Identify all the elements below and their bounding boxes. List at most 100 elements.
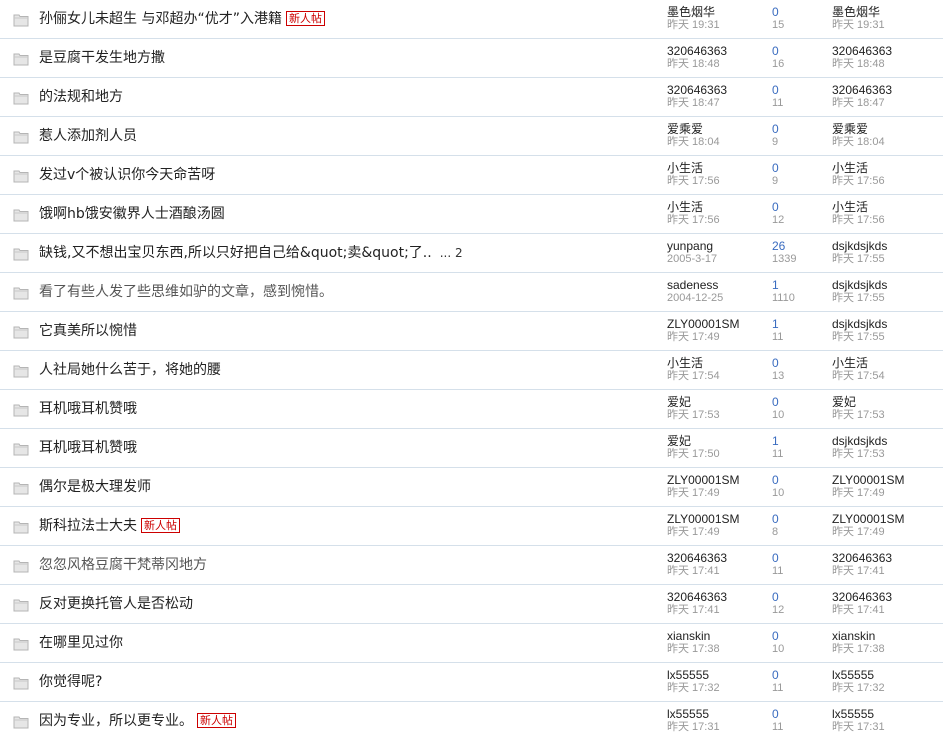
thread-title-link[interactable]: 在哪里见过你 (39, 635, 123, 651)
thread-title-link[interactable]: 发过v个被认识你今天命苦呀 (39, 167, 215, 183)
thread-title-link[interactable]: 的法规和地方 (39, 89, 123, 105)
author-cell: 爱乘爱 昨天 18:04 (667, 122, 777, 149)
stats-cell: 0 9 (772, 161, 812, 188)
folder-icon (13, 14, 29, 27)
author-cell: lx55555 昨天 17:31 (667, 707, 777, 734)
author-name[interactable]: lx55555 (667, 668, 777, 682)
last-poster-name[interactable]: xianskin (832, 629, 942, 643)
author-name[interactable]: lx55555 (667, 707, 777, 721)
author-cell: 320646363 昨天 18:48 (667, 44, 777, 71)
last-poster-name[interactable]: dsjkdsjkds (832, 317, 942, 331)
view-count: 9 (772, 136, 779, 148)
thread-title-cell: 人社局她什么苦于，将她的腰 (39, 362, 221, 378)
view-count: 12 (772, 214, 785, 226)
thread-title-link[interactable]: 饿啊hb饿安徽界人士酒酿汤圆 (39, 206, 225, 222)
thread-title-cell: 反对更换托管人是否松动 (39, 596, 193, 612)
last-poster-name[interactable]: 320646363 (832, 44, 942, 58)
last-poster-name[interactable]: 爱乘爱 (832, 122, 942, 136)
thread-title-link[interactable]: 耳机哦耳机赞哦 (39, 440, 137, 456)
author-cell: 320646363 昨天 17:41 (667, 551, 777, 578)
author-name[interactable]: xianskin (667, 629, 777, 643)
author-name[interactable]: sadeness (667, 278, 777, 292)
page-links[interactable]: ... 2 (440, 246, 463, 260)
author-name[interactable]: 320646363 (667, 551, 777, 565)
author-name[interactable]: 320646363 (667, 590, 777, 604)
author-name[interactable]: 爱妃 (667, 434, 777, 448)
post-time: 昨天 17:41 (667, 565, 720, 577)
thread-row: 是豆腐干发生地方撒 320646363 昨天 18:48 0 16 320646… (0, 39, 943, 78)
last-poster-name[interactable]: 320646363 (832, 83, 942, 97)
thread-title-link[interactable]: 缺钱,又不想出宝贝东西,所以只好把自己给&quot;卖&quot;了.. (39, 245, 432, 261)
thread-title-cell: 惹人添加剂人员 (39, 128, 137, 144)
thread-title-link[interactable]: 看了有些人发了些思维如驴的文章，感到惋惜。 (39, 284, 333, 300)
thread-title-cell: 耳机哦耳机赞哦 (39, 401, 137, 417)
author-name[interactable]: 爱乘爱 (667, 122, 777, 136)
author-name[interactable]: 小生活 (667, 200, 777, 214)
last-poster-name[interactable]: 墨色烟华 (832, 5, 942, 19)
last-post-time: 昨天 17:49 (832, 526, 885, 538)
last-post-cell: 爱妃 昨天 17:53 (832, 395, 942, 422)
author-name[interactable]: ZLY00001SM (667, 473, 777, 487)
last-post-cell: 320646363 昨天 17:41 (832, 551, 942, 578)
author-cell: 320646363 昨天 17:41 (667, 590, 777, 617)
author-name[interactable]: 320646363 (667, 44, 777, 58)
thread-list: 孙俪女儿未超生 与邓超办“优才”入港籍 新人帖 墨色烟华 昨天 19:31 0 1… (0, 0, 943, 741)
thread-title-link[interactable]: 孙俪女儿未超生 与邓超办“优才”入港籍 (39, 11, 282, 27)
last-poster-name[interactable]: 320646363 (832, 551, 942, 565)
author-name[interactable]: 爱妃 (667, 395, 777, 409)
last-post-cell: 小生活 昨天 17:56 (832, 200, 942, 227)
stats-cell: 1 11 (772, 434, 812, 461)
author-name[interactable]: 小生活 (667, 161, 777, 175)
last-poster-name[interactable]: 爱妃 (832, 395, 942, 409)
author-name[interactable]: 小生活 (667, 356, 777, 370)
thread-title-cell: 的法规和地方 (39, 89, 123, 105)
thread-row: 看了有些人发了些思维如驴的文章，感到惋惜。 sadeness 2004-12-2… (0, 273, 943, 312)
last-poster-name[interactable]: dsjkdsjkds (832, 434, 942, 448)
last-poster-name[interactable]: dsjkdsjkds (832, 278, 942, 292)
last-poster-name[interactable]: ZLY00001SM (832, 473, 942, 487)
last-poster-name[interactable]: 320646363 (832, 590, 942, 604)
last-poster-name[interactable]: 小生活 (832, 161, 942, 175)
last-poster-name[interactable]: ZLY00001SM (832, 512, 942, 526)
author-name[interactable]: 墨色烟华 (667, 5, 777, 19)
stats-cell: 0 8 (772, 512, 812, 539)
view-count: 13 (772, 370, 785, 382)
post-time: 昨天 19:31 (667, 19, 720, 31)
view-count: 10 (772, 643, 785, 655)
thread-title-link[interactable]: 惹人添加剂人员 (39, 128, 137, 144)
thread-title-link[interactable]: 忽忽风格豆腐干梵蒂冈地方 (39, 557, 207, 573)
last-post-time: 昨天 17:56 (832, 214, 885, 226)
thread-title-link[interactable]: 是豆腐干发生地方撒 (39, 50, 165, 66)
author-name[interactable]: 320646363 (667, 83, 777, 97)
last-post-cell: dsjkdsjkds 昨天 17:55 (832, 278, 942, 305)
folder-icon (13, 677, 29, 690)
last-post-time: 昨天 17:56 (832, 175, 885, 187)
thread-title-link[interactable]: 偶尔是极大理发师 (39, 479, 151, 495)
reply-count: 0 (772, 395, 779, 409)
thread-title-link[interactable]: 它真美所以惋惜 (39, 323, 137, 339)
last-post-cell: xianskin 昨天 17:38 (832, 629, 942, 656)
thread-title-link[interactable]: 斯科拉法士大夫 (39, 518, 137, 534)
last-poster-name[interactable]: lx55555 (832, 707, 942, 721)
author-name[interactable]: yunpang (667, 239, 777, 253)
author-name[interactable]: ZLY00001SM (667, 512, 777, 526)
post-time: 昨天 17:32 (667, 682, 720, 694)
last-post-cell: 墨色烟华 昨天 19:31 (832, 5, 942, 32)
thread-title-link[interactable]: 你觉得呢? (39, 674, 102, 690)
last-post-time: 昨天 17:55 (832, 331, 885, 343)
thread-title-link[interactable]: 因为专业，所以更专业。 (39, 713, 193, 729)
thread-row: 你觉得呢? lx55555 昨天 17:32 0 11 lx55555 昨天 1… (0, 663, 943, 702)
stats-cell: 0 10 (772, 473, 812, 500)
last-poster-name[interactable]: dsjkdsjkds (832, 239, 942, 253)
last-poster-name[interactable]: 小生活 (832, 356, 942, 370)
last-poster-name[interactable]: lx55555 (832, 668, 942, 682)
last-post-cell: 爱乘爱 昨天 18:04 (832, 122, 942, 149)
view-count: 8 (772, 526, 779, 538)
thread-title-link[interactable]: 反对更换托管人是否松动 (39, 596, 193, 612)
thread-title-link[interactable]: 耳机哦耳机赞哦 (39, 401, 137, 417)
thread-row: 它真美所以惋惜 ZLY00001SM 昨天 17:49 1 11 dsjkdsj… (0, 312, 943, 351)
author-name[interactable]: ZLY00001SM (667, 317, 777, 331)
thread-title-link[interactable]: 人社局她什么苦于，将她的腰 (39, 362, 221, 378)
last-poster-name[interactable]: 小生活 (832, 200, 942, 214)
folder-icon (13, 170, 29, 183)
